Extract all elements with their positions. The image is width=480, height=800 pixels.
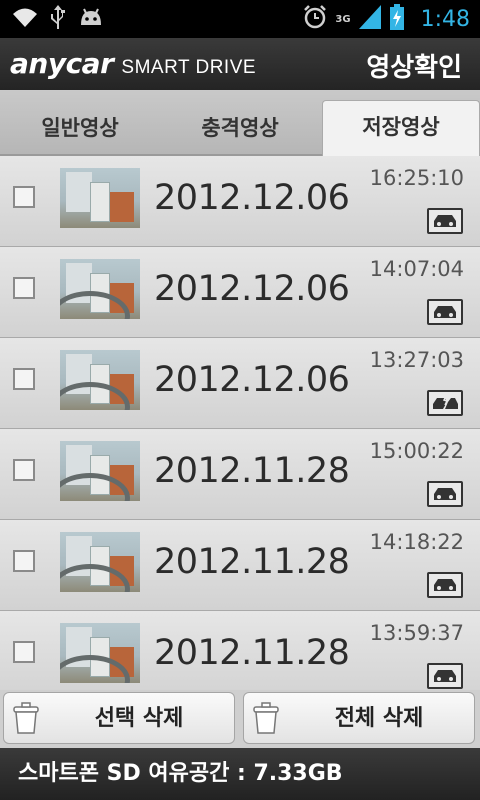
video-time: 15:00:22 <box>369 439 464 463</box>
signal-icon <box>358 5 381 33</box>
video-date: 2012.11.28 <box>154 542 350 582</box>
video-thumbnail <box>60 623 140 683</box>
network-type-label: 3G <box>335 13 351 25</box>
video-row[interactable]: 2012.12.06 16:25:10 <box>0 156 480 247</box>
delete-selected-label: 선택 삭제 <box>94 706 184 731</box>
page-title: 영상확인 <box>366 53 462 83</box>
android-icon <box>78 7 104 31</box>
brand-name: anycar <box>10 47 114 80</box>
tab-saved-video[interactable]: 저장영상 <box>322 100 480 157</box>
trash-icon <box>12 701 40 739</box>
free-space-text: 스마트폰 SD 여유공간 : 7.33GB <box>18 761 343 786</box>
status-bar: 3G 1:48 <box>0 0 480 38</box>
car-icon <box>427 663 463 689</box>
video-thumbnail <box>60 441 140 501</box>
brand-logo: anycar SMART DRIVE <box>10 47 256 80</box>
delete-all-label: 전체 삭제 <box>334 706 424 731</box>
tab-bar: 일반영상 충격영상 저장영상 <box>0 90 480 157</box>
video-date: 2012.12.06 <box>154 269 350 309</box>
video-time: 14:18:22 <box>369 530 464 554</box>
tab-impact-video[interactable]: 충격영상 <box>160 102 320 154</box>
car-icon <box>427 572 463 598</box>
row-checkbox[interactable] <box>13 277 35 299</box>
storage-footer: 스마트폰 SD 여유공간 : 7.33GB <box>0 748 480 800</box>
car-icon <box>427 208 463 234</box>
battery-icon <box>389 4 405 34</box>
wifi-icon <box>12 6 38 32</box>
car-crash-icon <box>427 390 463 416</box>
row-checkbox[interactable] <box>13 459 35 481</box>
video-time: 14:07:04 <box>369 257 464 281</box>
video-date: 2012.12.06 <box>154 178 350 218</box>
video-list[interactable]: 2012.12.06 16:25:10 2012.12.06 14:07:04 … <box>0 156 480 690</box>
trash-icon <box>252 701 280 739</box>
alarm-clock-icon <box>303 5 327 33</box>
usb-icon <box>50 5 66 33</box>
brand-subtitle: SMART DRIVE <box>121 57 257 78</box>
row-checkbox[interactable] <box>13 550 35 572</box>
clock: 1:48 <box>420 6 470 32</box>
video-row[interactable]: 2012.12.06 13:27:03 <box>0 338 480 429</box>
video-thumbnail <box>60 350 140 410</box>
video-time: 13:59:37 <box>369 621 464 645</box>
video-date: 2012.12.06 <box>154 360 350 400</box>
row-checkbox[interactable] <box>13 368 35 390</box>
app-header: anycar SMART DRIVE 영상확인 <box>0 38 480 90</box>
video-row[interactable]: 2012.11.28 13:59:37 <box>0 611 480 690</box>
video-row[interactable]: 2012.11.28 14:18:22 <box>0 520 480 611</box>
video-row[interactable]: 2012.11.28 15:00:22 <box>0 429 480 520</box>
delete-all-button[interactable]: 전체 삭제 <box>243 692 475 744</box>
video-date: 2012.11.28 <box>154 633 350 673</box>
video-thumbnail <box>60 168 140 228</box>
video-row[interactable]: 2012.12.06 14:07:04 <box>0 247 480 338</box>
video-date: 2012.11.28 <box>154 451 350 491</box>
row-checkbox[interactable] <box>13 186 35 208</box>
tab-normal-video[interactable]: 일반영상 <box>0 102 160 154</box>
delete-selected-button[interactable]: 선택 삭제 <box>3 692 235 744</box>
car-icon <box>427 481 463 507</box>
video-thumbnail <box>60 259 140 319</box>
video-time: 13:27:03 <box>369 348 464 372</box>
row-checkbox[interactable] <box>13 641 35 663</box>
action-bar: 선택 삭제 전체 삭제 <box>0 690 480 748</box>
car-icon <box>427 299 463 325</box>
video-thumbnail <box>60 532 140 592</box>
video-time: 16:25:10 <box>369 166 464 190</box>
